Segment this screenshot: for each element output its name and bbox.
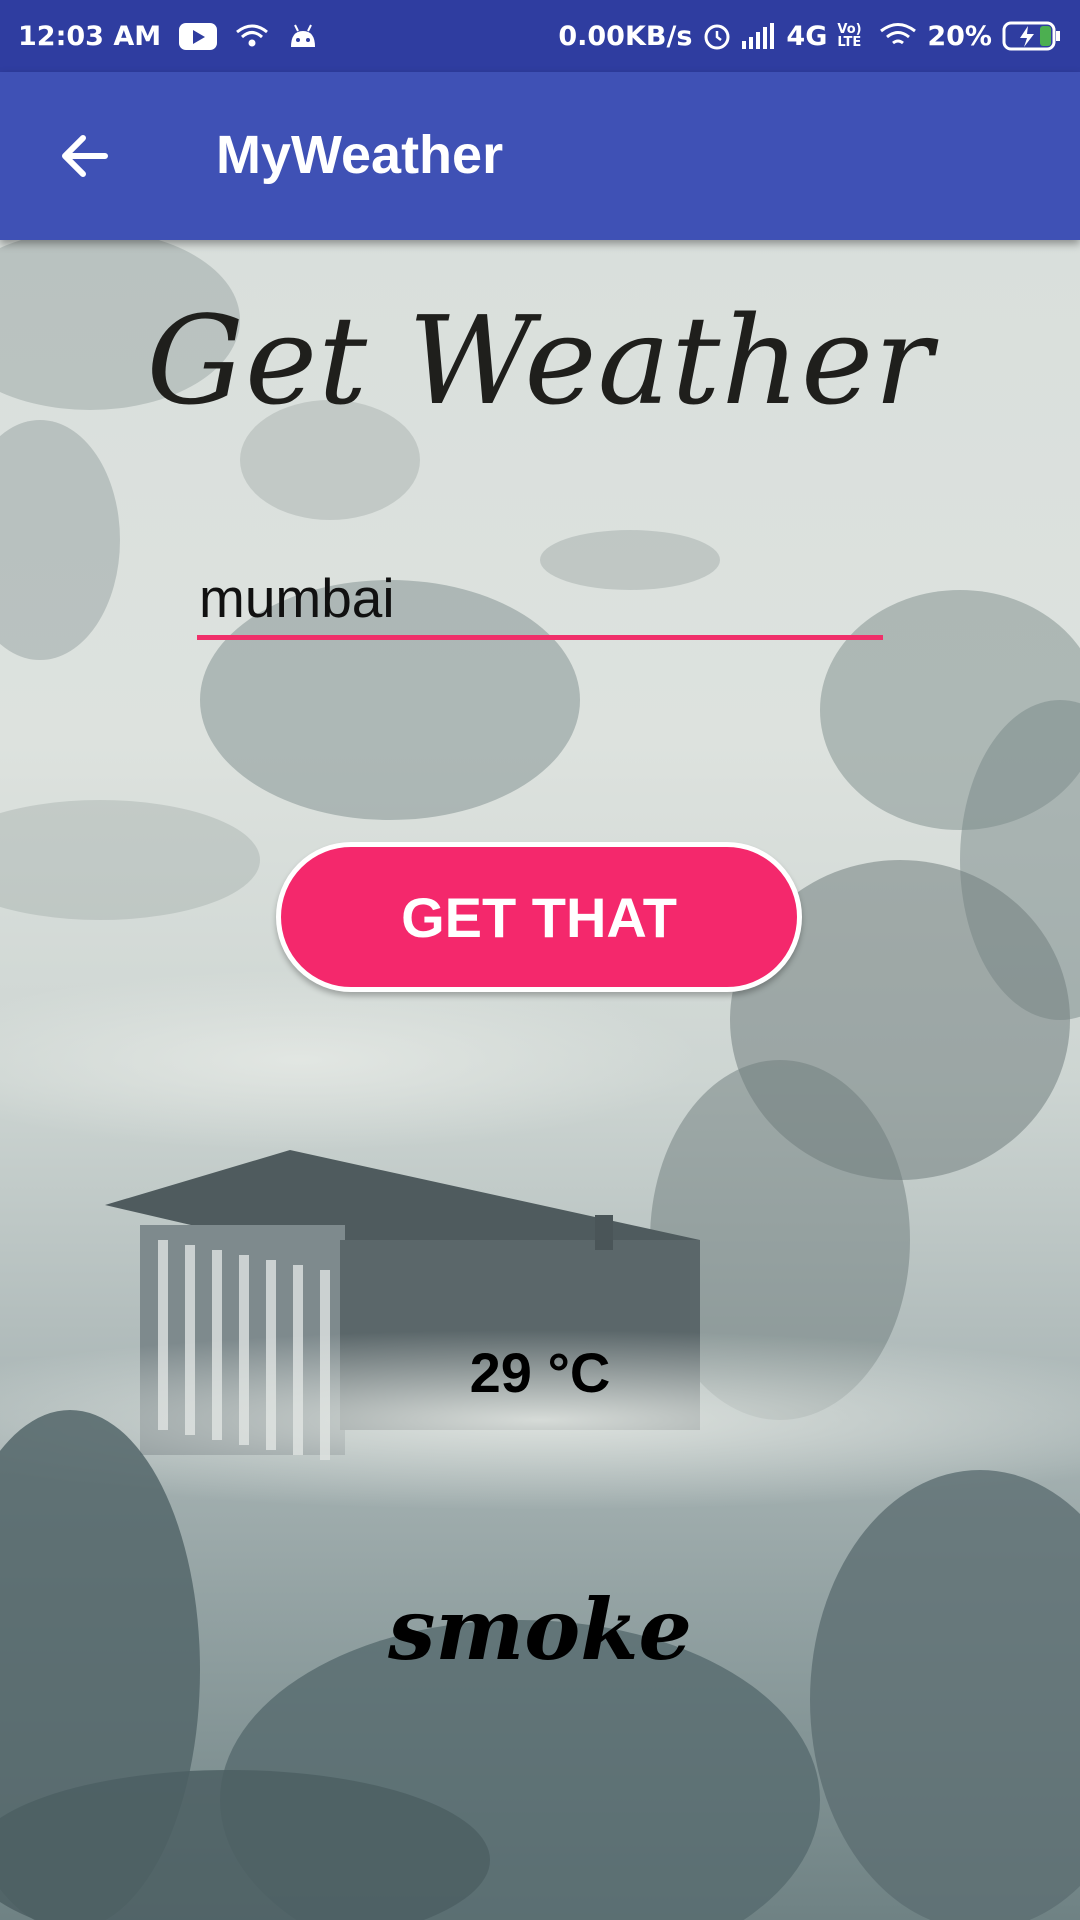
alarm-icon — [704, 24, 730, 50]
get-weather-button[interactable]: GET THAT — [276, 842, 802, 992]
network-type: 4G — [786, 20, 828, 52]
signal-icon — [742, 23, 775, 49]
arrow-left-icon[interactable] — [55, 126, 115, 186]
youtube-icon — [179, 22, 218, 50]
network-speed: 0.00KB/s — [558, 20, 693, 52]
volte-label: Vo) LTE — [837, 22, 862, 50]
android-icon — [291, 24, 316, 47]
battery-percent: 20% — [927, 20, 992, 52]
status-bar: 12:03 AM 0.00KB/s 4G Vo) LTE 20% — [0, 0, 1080, 72]
wifi-hotspot-icon — [236, 24, 269, 47]
weather-condition: smoke — [388, 1580, 692, 1679]
status-time: 12:03 AM — [18, 20, 162, 52]
city-input[interactable] — [197, 560, 883, 640]
background-image: Get Weather GET THAT 29 °C smoke — [0, 240, 1080, 1920]
battery-charging-icon — [1002, 21, 1060, 51]
app-bar: MyWeather — [0, 72, 1080, 240]
page-heading: Get Weather — [146, 290, 934, 432]
temperature-value: 29 °C — [469, 1341, 611, 1404]
wifi-icon — [880, 23, 917, 45]
app-title: MyWeather — [216, 125, 504, 185]
